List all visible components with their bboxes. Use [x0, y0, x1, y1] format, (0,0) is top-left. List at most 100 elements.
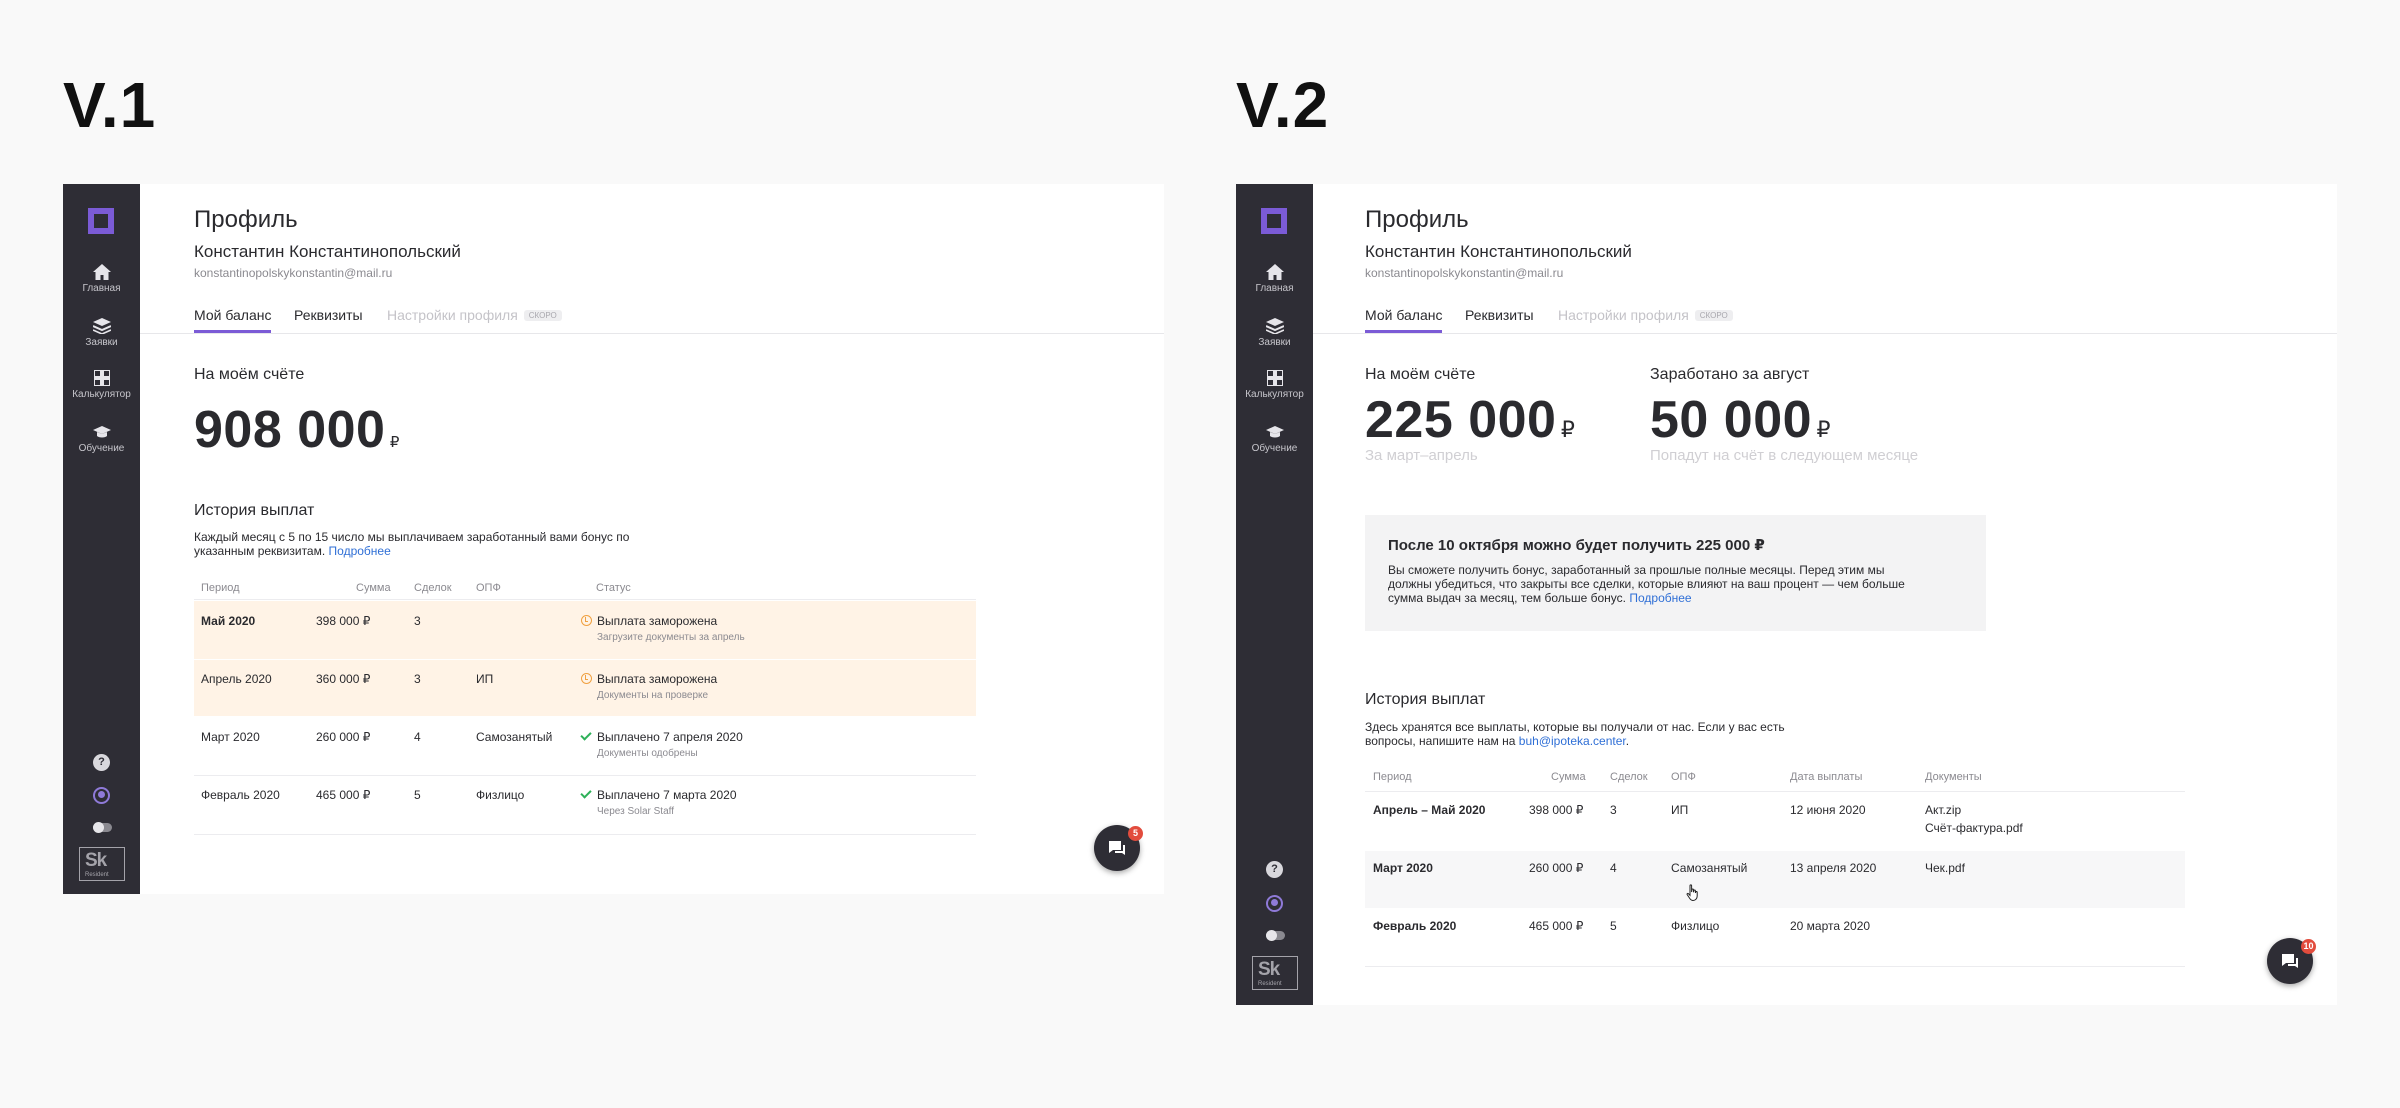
col-period: Период: [1373, 771, 1412, 783]
currency-sign: ₽: [1816, 417, 1831, 442]
col-deals: Сделок: [1610, 771, 1648, 783]
nav-calculator-label: Калькулятор: [72, 389, 131, 400]
document-link[interactable]: Чек.pdf: [1925, 861, 1965, 875]
nav-calculator[interactable]: Калькулятор: [1236, 370, 1313, 400]
col-documents: Документы: [1925, 771, 1982, 783]
row-status: Выплата заморожена: [581, 614, 717, 628]
check-icon: [580, 787, 592, 799]
tab-balance[interactable]: Мой баланс: [194, 307, 272, 323]
earned-hint: Попадут на счёт в следующем месяце: [1650, 447, 1919, 464]
row-payout-date: 20 марта 2020: [1790, 919, 1871, 933]
row-deals: 4: [414, 730, 421, 744]
chat-unread-badge: 5: [1128, 826, 1143, 841]
screen-v2: Главная Заявки Калькулятор Обучение ? Sk…: [1236, 184, 2337, 1005]
soon-badge: СКОРО: [523, 310, 562, 321]
table-header-divider: [1365, 791, 2185, 792]
hand-cursor-icon: [1686, 884, 1698, 901]
home-icon: [1265, 264, 1284, 280]
theme-toggle[interactable]: [93, 822, 112, 833]
row-opf: Самозанятый: [1671, 861, 1748, 875]
row-period[interactable]: Апрель – Май 2020: [1373, 803, 1485, 817]
row-status-text: Выплата заморожена: [597, 672, 718, 686]
nav-home-label: Главная: [82, 283, 121, 294]
app-logo-icon[interactable]: [88, 208, 114, 234]
col-opf: ОПФ: [1671, 771, 1696, 783]
row-period[interactable]: Март 2020: [201, 730, 260, 744]
skolkovo-logo-sub: Resident: [1258, 981, 1282, 987]
earned-balance: 50 000 ₽: [1650, 390, 1831, 450]
table-row[interactable]: [194, 660, 976, 716]
user-icon[interactable]: [93, 787, 110, 804]
nav-learning[interactable]: Обучение: [63, 424, 140, 454]
row-status-sub: Документы на проверке: [597, 690, 709, 701]
earned-amount: 50 000: [1650, 391, 1813, 449]
tab-settings: Настройки профиля СКОРО: [387, 307, 562, 323]
table-row-hovered[interactable]: [1365, 851, 2185, 908]
skolkovo-logo-mark: Sk: [85, 850, 107, 871]
nav-home[interactable]: Главная: [63, 264, 140, 294]
row-status-text: Выплачено 7 марта 2020: [597, 788, 737, 802]
account-title: На моём счёте: [194, 366, 305, 383]
account-amount: 225 000: [1365, 391, 1557, 449]
nav-learning[interactable]: Обучение: [1236, 424, 1313, 454]
home-icon: [92, 264, 111, 280]
tab-requisites[interactable]: Реквизиты: [294, 307, 363, 323]
clock-icon: [581, 615, 592, 626]
theme-toggle[interactable]: [1266, 930, 1285, 941]
row-period[interactable]: Март 2020: [1373, 861, 1433, 875]
app-logo-icon[interactable]: [1261, 208, 1287, 234]
col-period: Период: [201, 582, 240, 594]
graduation-cap-icon: [92, 426, 111, 438]
chat-icon: [1109, 841, 1125, 855]
row-period[interactable]: Февраль 2020: [1373, 919, 1456, 933]
col-status: Статус: [596, 582, 631, 594]
col-payout-date: Дата выплаты: [1790, 771, 1863, 783]
row-status: Выплата заморожена: [581, 672, 717, 686]
nav-requests[interactable]: Заявки: [63, 318, 140, 348]
tab-balance[interactable]: Мой баланс: [1365, 307, 1443, 323]
row-period[interactable]: Февраль 2020: [201, 788, 280, 802]
col-sum: Сумма: [356, 582, 391, 594]
table-header-divider: [194, 599, 976, 600]
row-period[interactable]: Апрель 2020: [201, 672, 272, 686]
nav-requests[interactable]: Заявки: [1236, 318, 1313, 348]
clock-icon: [581, 673, 592, 684]
document-link[interactable]: Акт.zip: [1925, 803, 1961, 817]
earned-title: Заработано за август: [1650, 366, 1810, 383]
nav-calculator[interactable]: Калькулятор: [63, 370, 140, 400]
row-payout-date: 13 апреля 2020: [1790, 861, 1877, 875]
notice-more-link[interactable]: Подробнее: [1629, 591, 1691, 605]
layers-icon: [1265, 318, 1284, 334]
table-row[interactable]: [194, 601, 976, 659]
check-icon: [580, 729, 592, 741]
document-link[interactable]: Счёт-фактура.pdf: [1925, 821, 2023, 835]
row-status-sub: Через Solar Staff: [597, 806, 675, 817]
user-icon[interactable]: [1266, 895, 1283, 912]
nav-requests-label: Заявки: [85, 337, 118, 348]
accounting-email-link[interactable]: buh@ipoteka.center: [1519, 734, 1626, 748]
help-icon[interactable]: ?: [1266, 861, 1283, 878]
row-deals: 3: [1610, 803, 1617, 817]
version-label-v2: V.2: [1236, 69, 1330, 141]
account-balance: 908 000 ₽: [194, 400, 399, 460]
row-deals: 5: [1610, 919, 1617, 933]
sidebar: Главная Заявки Калькулятор Обучение ? Sk…: [1236, 184, 1313, 1005]
tab-requisites[interactable]: Реквизиты: [1465, 307, 1534, 323]
row-opf: ИП: [476, 672, 494, 686]
layers-icon: [92, 318, 111, 334]
history-more-link[interactable]: Подробнее: [329, 544, 391, 558]
row-status: Выплачено 7 апреля 2020: [580, 729, 743, 744]
row-sum: 260 000 ₽: [1529, 861, 1584, 875]
notice-text: Вы сможете получить бонус, заработанный …: [1388, 563, 1908, 605]
notice-title: После 10 октября можно будет получить 22…: [1388, 537, 1765, 554]
sidebar: Главная Заявки Калькулятор Обучение ? Sk…: [63, 184, 140, 894]
nav-home[interactable]: Главная: [1236, 264, 1313, 294]
account-balance: 225 000 ₽: [1365, 390, 1575, 450]
help-icon[interactable]: ?: [93, 754, 110, 771]
history-description: Здесь хранятся все выплаты, которые вы п…: [1365, 720, 1785, 748]
col-deals: Сделок: [414, 582, 452, 594]
nav-learning-label: Обучение: [1251, 443, 1298, 454]
nav-requests-label: Заявки: [1258, 337, 1291, 348]
row-opf: Самозанятый: [476, 730, 553, 744]
row-sum: 465 000 ₽: [316, 788, 371, 802]
